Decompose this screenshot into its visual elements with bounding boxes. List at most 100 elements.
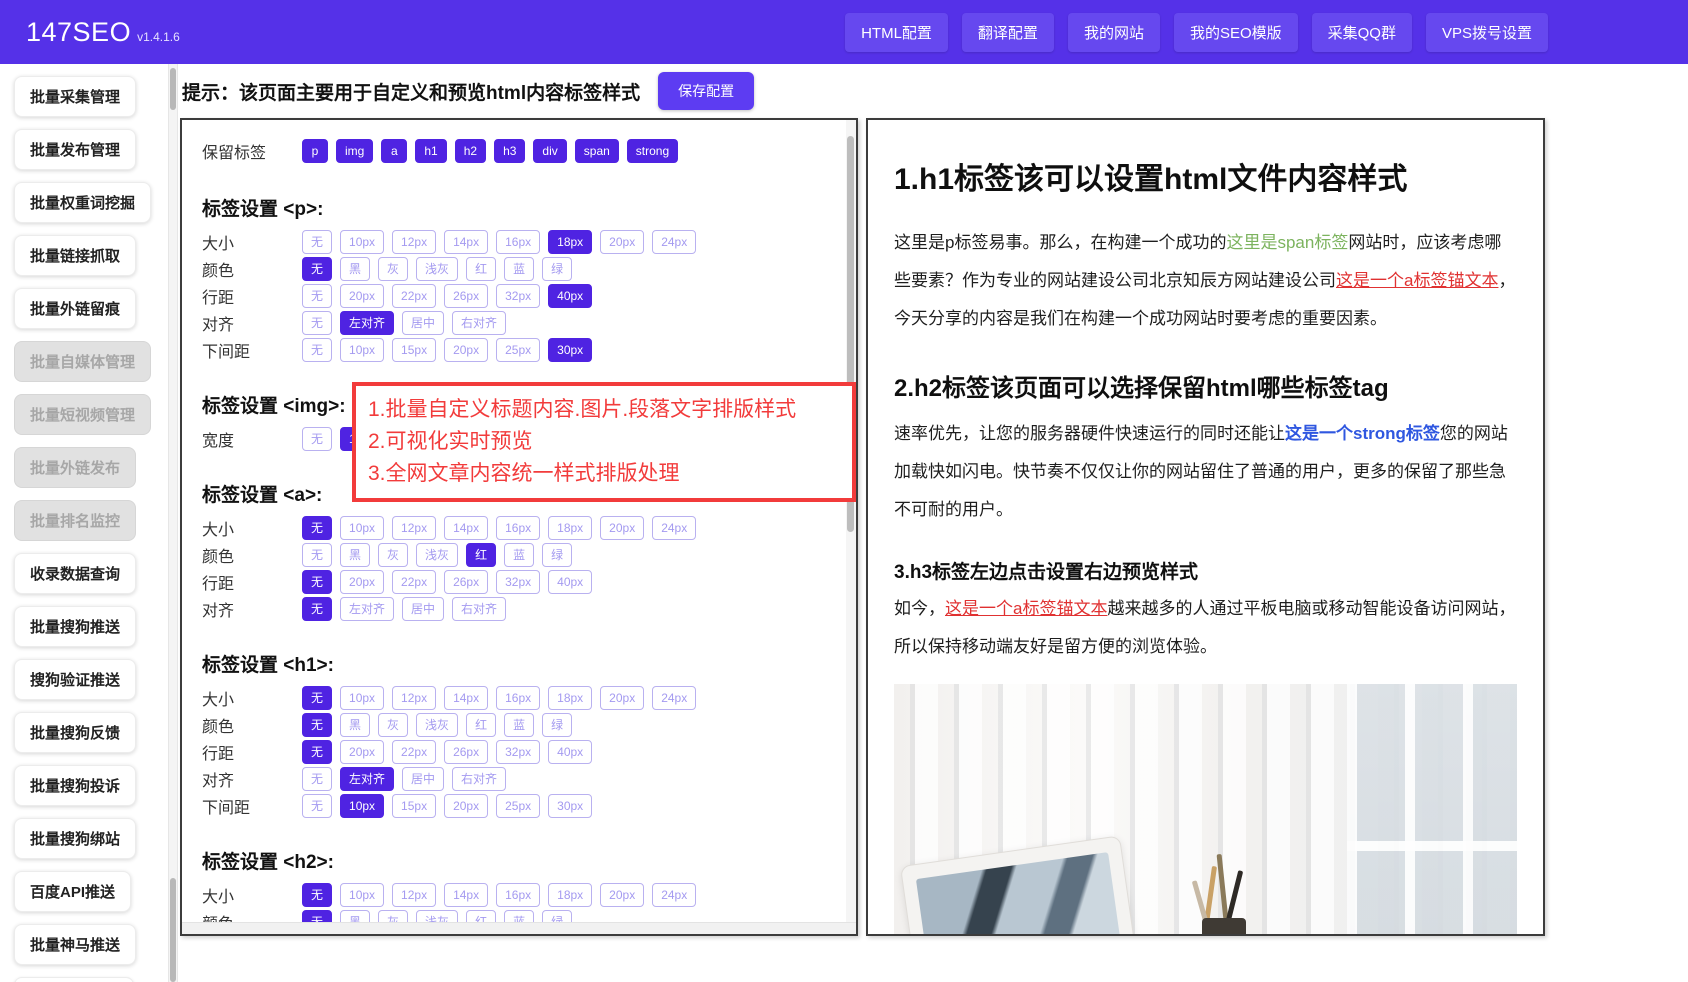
option-chip[interactable]: 右对齐 bbox=[452, 597, 506, 621]
a-anchor-link[interactable]: 这是一个a标签锚文本 bbox=[1336, 271, 1498, 290]
option-chip[interactable]: 12px bbox=[392, 516, 436, 540]
option-chip[interactable]: 18px bbox=[548, 883, 592, 907]
option-chip[interactable]: 无 bbox=[302, 284, 332, 308]
option-chip[interactable]: 蓝 bbox=[504, 257, 534, 281]
option-chip[interactable]: 12px bbox=[392, 686, 436, 710]
option-chip[interactable]: 无 bbox=[302, 338, 332, 362]
option-chip[interactable]: 居中 bbox=[402, 767, 444, 791]
option-chip[interactable]: 20px bbox=[340, 740, 384, 764]
option-chip[interactable]: 16px bbox=[496, 883, 540, 907]
preserve-tag-chip[interactable]: a bbox=[381, 139, 407, 163]
nav-button-0[interactable]: HTML配置 bbox=[845, 13, 948, 52]
option-chip[interactable]: 24px bbox=[652, 686, 696, 710]
option-chip[interactable]: 红 bbox=[466, 713, 496, 737]
option-chip[interactable]: 16px bbox=[496, 230, 540, 254]
option-chip[interactable]: 14px bbox=[444, 516, 488, 540]
option-chip[interactable]: 22px bbox=[392, 284, 436, 308]
option-chip[interactable]: 灰 bbox=[378, 713, 408, 737]
option-chip[interactable]: 无 bbox=[302, 767, 332, 791]
save-config-button[interactable]: 保存配置 bbox=[658, 72, 754, 110]
option-chip[interactable]: 18px bbox=[548, 230, 592, 254]
option-chip[interactable]: 40px bbox=[548, 284, 592, 308]
sidebar-item-14[interactable]: 批量搜狗绑站 bbox=[14, 818, 136, 859]
option-chip[interactable]: 14px bbox=[444, 230, 488, 254]
option-chip[interactable]: 红 bbox=[466, 543, 496, 567]
nav-button-2[interactable]: 我的网站 bbox=[1068, 13, 1160, 52]
option-chip[interactable]: 蓝 bbox=[504, 543, 534, 567]
option-chip[interactable]: 22px bbox=[392, 570, 436, 594]
sidebar-item-4[interactable]: 批量外链留痕 bbox=[14, 288, 136, 329]
sidebar-item-15[interactable]: 百度API推送 bbox=[14, 871, 131, 912]
nav-button-1[interactable]: 翻译配置 bbox=[962, 13, 1054, 52]
option-chip[interactable]: 浅灰 bbox=[416, 713, 458, 737]
option-chip[interactable]: 26px bbox=[444, 284, 488, 308]
option-chip[interactable]: 32px bbox=[496, 570, 540, 594]
option-chip[interactable]: 绿 bbox=[542, 713, 572, 737]
nav-button-4[interactable]: 采集QQ群 bbox=[1312, 13, 1412, 52]
option-chip[interactable]: 黑 bbox=[340, 713, 370, 737]
option-chip[interactable]: 右对齐 bbox=[452, 767, 506, 791]
sidebar-item-12[interactable]: 批量搜狗反馈 bbox=[14, 712, 136, 753]
preserve-tag-chip[interactable]: h1 bbox=[415, 139, 446, 163]
option-chip[interactable]: 灰 bbox=[378, 257, 408, 281]
option-chip[interactable]: 20px bbox=[600, 516, 644, 540]
option-chip[interactable]: 10px bbox=[340, 883, 384, 907]
option-chip[interactable]: 10px bbox=[340, 230, 384, 254]
option-chip[interactable]: 24px bbox=[652, 230, 696, 254]
option-chip[interactable]: 无 bbox=[302, 516, 332, 540]
option-chip[interactable]: 15px bbox=[392, 338, 436, 362]
option-chip[interactable]: 黑 bbox=[340, 257, 370, 281]
option-chip[interactable]: 20px bbox=[340, 570, 384, 594]
option-chip[interactable]: 10px bbox=[340, 338, 384, 362]
option-chip[interactable]: 无 bbox=[302, 427, 332, 451]
option-chip[interactable]: 18px bbox=[548, 516, 592, 540]
option-chip[interactable]: 22px bbox=[392, 740, 436, 764]
option-chip[interactable]: 32px bbox=[496, 740, 540, 764]
sidebar-item-2[interactable]: 批量权重词挖掘 bbox=[14, 182, 151, 223]
scrollbar-thumb[interactable] bbox=[170, 68, 176, 110]
option-chip[interactable]: 40px bbox=[548, 740, 592, 764]
option-chip[interactable]: 12px bbox=[392, 883, 436, 907]
option-chip[interactable]: 16px bbox=[496, 516, 540, 540]
option-chip[interactable]: 26px bbox=[444, 740, 488, 764]
option-chip[interactable]: 20px bbox=[600, 883, 644, 907]
nav-button-3[interactable]: 我的SEO模版 bbox=[1174, 13, 1298, 52]
option-chip[interactable]: 10px bbox=[340, 794, 384, 818]
option-chip[interactable]: 无 bbox=[302, 713, 332, 737]
option-chip[interactable]: 红 bbox=[466, 257, 496, 281]
option-chip[interactable]: 10px bbox=[340, 516, 384, 540]
option-chip[interactable]: 左对齐 bbox=[340, 767, 394, 791]
option-chip[interactable]: 20px bbox=[444, 338, 488, 362]
option-chip[interactable]: 12px bbox=[392, 230, 436, 254]
option-chip[interactable]: 左对齐 bbox=[340, 311, 394, 335]
option-chip[interactable]: 14px bbox=[444, 686, 488, 710]
option-chip[interactable]: 无 bbox=[302, 597, 332, 621]
option-chip[interactable]: 32px bbox=[496, 284, 540, 308]
option-chip[interactable]: 浅灰 bbox=[416, 257, 458, 281]
sidebar-item-13[interactable]: 批量搜狗投诉 bbox=[14, 765, 136, 806]
option-chip[interactable]: 绿 bbox=[542, 257, 572, 281]
option-chip[interactable]: 20px bbox=[600, 230, 644, 254]
sidebar-item-3[interactable]: 批量链接抓取 bbox=[14, 235, 136, 276]
option-chip[interactable]: 无 bbox=[302, 740, 332, 764]
option-chip[interactable]: 10px bbox=[340, 686, 384, 710]
option-chip[interactable]: 右对齐 bbox=[452, 311, 506, 335]
sidebar-item-0[interactable]: 批量采集管理 bbox=[14, 76, 136, 117]
sidebar-item-11[interactable]: 搜狗验证推送 bbox=[14, 659, 136, 700]
option-chip[interactable]: 无 bbox=[302, 543, 332, 567]
preserve-tag-chip[interactable]: div bbox=[533, 139, 566, 163]
sidebar-item-16[interactable]: 批量神马推送 bbox=[14, 924, 136, 965]
option-chip[interactable]: 26px bbox=[444, 570, 488, 594]
option-chip[interactable]: 14px bbox=[444, 883, 488, 907]
preserve-tag-chip[interactable]: strong bbox=[627, 139, 678, 163]
preserve-tag-chip[interactable]: img bbox=[336, 139, 373, 163]
option-chip[interactable]: 灰 bbox=[378, 543, 408, 567]
option-chip[interactable]: 无 bbox=[302, 570, 332, 594]
option-chip[interactable]: 黑 bbox=[340, 543, 370, 567]
option-chip[interactable]: 绿 bbox=[542, 543, 572, 567]
preserve-tag-chip[interactable]: h3 bbox=[494, 139, 525, 163]
preserve-tag-chip[interactable]: span bbox=[575, 139, 619, 163]
nav-button-5[interactable]: VPS拨号设置 bbox=[1426, 13, 1548, 52]
option-chip[interactable]: 18px bbox=[548, 686, 592, 710]
scrollbar-thumb[interactable] bbox=[170, 878, 176, 982]
